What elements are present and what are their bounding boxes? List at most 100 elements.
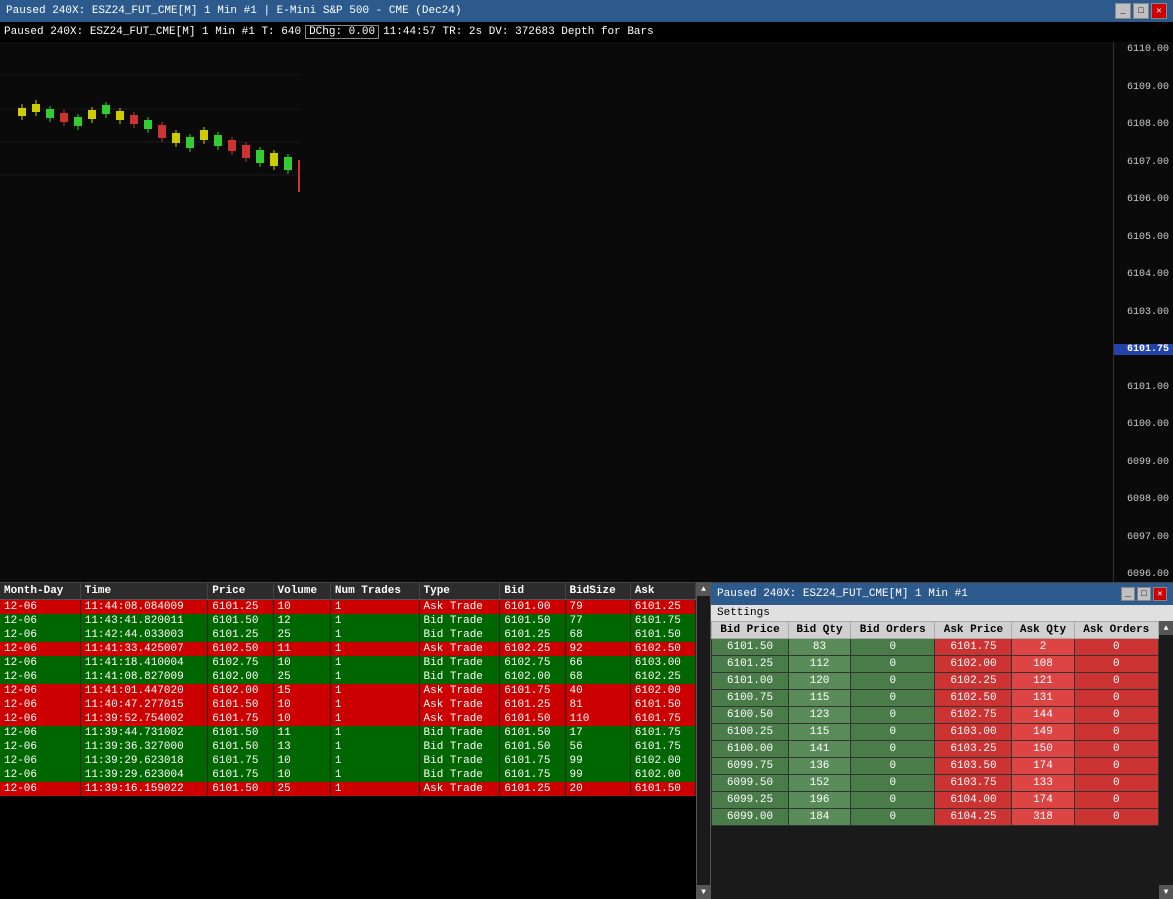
dom-ask-orders-4: 0 xyxy=(1074,707,1158,724)
trade-cell-0-0: 12-06 xyxy=(0,600,80,615)
trade-cell-1-4: 1 xyxy=(330,614,419,628)
trade-cell-2-2: 6101.25 xyxy=(208,628,273,642)
trade-row-11: 12-0611:39:29.6230186101.75101Bid Trade6… xyxy=(0,754,696,768)
trade-row-2: 12-0611:42:44.0330036101.25251Bid Trade6… xyxy=(0,628,696,642)
maximize-button[interactable]: □ xyxy=(1133,3,1149,19)
trade-cell-1-2: 6101.50 xyxy=(208,614,273,628)
dom-ask-price-5: 6103.00 xyxy=(935,724,1012,741)
trade-cell-4-2: 6102.75 xyxy=(208,656,273,670)
dom-bid-price-10: 6099.00 xyxy=(712,809,789,826)
trade-cell-8-4: 1 xyxy=(330,712,419,726)
trade-cell-5-3: 25 xyxy=(273,670,330,684)
dom-ask-price-9: 6104.00 xyxy=(935,792,1012,809)
dom-bid-qty-2: 120 xyxy=(788,673,850,690)
trade-cell-11-0: 12-06 xyxy=(0,754,80,768)
close-button[interactable]: ✕ xyxy=(1151,3,1167,19)
col-price: Price xyxy=(208,583,273,600)
dom-bid-orders-5: 0 xyxy=(851,724,935,741)
dom-ask-orders-8: 0 xyxy=(1074,775,1158,792)
trade-cell-7-8: 6101.50 xyxy=(630,698,695,712)
dom-col-bid-qty: Bid Qty xyxy=(788,622,850,639)
trade-cell-10-8: 6101.75 xyxy=(630,740,695,754)
dom-settings: Settings xyxy=(711,605,1173,621)
trade-cell-8-2: 6101.75 xyxy=(208,712,273,726)
dom-ask-price-1: 6102.00 xyxy=(935,656,1012,673)
dom-minimize-button[interactable]: _ xyxy=(1121,587,1135,601)
trade-cell-5-8: 6102.25 xyxy=(630,670,695,684)
dom-bid-qty-4: 123 xyxy=(788,707,850,724)
info-extra: 11:44:57 TR: 2s DV: 372683 Depth for Bar… xyxy=(383,26,654,38)
trade-cell-9-1: 11:39:44.731002 xyxy=(80,726,208,740)
price-6103: 6103.00 xyxy=(1114,307,1173,318)
dom-row-10: 6099.0018406104.253180 xyxy=(712,809,1159,826)
dom-ask-orders-9: 0 xyxy=(1074,792,1158,809)
dom-bid-price-3: 6100.75 xyxy=(712,690,789,707)
trade-cell-6-6: 6101.75 xyxy=(500,684,565,698)
col-month-day: Month-Day xyxy=(0,583,80,600)
dom-bid-price-2: 6101.00 xyxy=(712,673,789,690)
trade-cell-13-2: 6101.50 xyxy=(208,782,273,796)
trade-log: Month-Day Time Price Volume Num Trades T… xyxy=(0,582,696,899)
dom-scroll-up[interactable]: ▲ xyxy=(1159,621,1173,635)
trade-row-0: 12-0611:44:08.0840096101.25101Ask Trade6… xyxy=(0,600,696,615)
trade-cell-2-8: 6101.50 xyxy=(630,628,695,642)
col-num-trades: Num Trades xyxy=(330,583,419,600)
scroll-up-button[interactable]: ▲ xyxy=(697,582,711,596)
trade-cell-7-1: 11:40:47.277015 xyxy=(80,698,208,712)
trade-cell-2-3: 25 xyxy=(273,628,330,642)
price-6109: 6109.00 xyxy=(1114,82,1173,93)
dom-ask-qty-2: 121 xyxy=(1012,673,1074,690)
scroll-track[interactable] xyxy=(697,596,710,885)
trade-cell-3-1: 11:41:33.425007 xyxy=(80,642,208,656)
trade-cell-13-1: 11:39:16.159022 xyxy=(80,782,208,796)
dom-ask-orders-0: 0 xyxy=(1074,639,1158,656)
trade-row-12: 12-0611:39:29.6230046101.75101Bid Trade6… xyxy=(0,768,696,782)
trade-cell-8-7: 110 xyxy=(565,712,630,726)
trade-cell-9-4: 1 xyxy=(330,726,419,740)
dom-bid-price-5: 6100.25 xyxy=(712,724,789,741)
trade-cell-4-3: 10 xyxy=(273,656,330,670)
dom-scroll-track[interactable] xyxy=(1159,635,1173,885)
dom-title-text: Paused 240X: ESZ24_FUT_CME[M] 1 Min #1 xyxy=(717,588,968,600)
trade-cell-7-7: 81 xyxy=(565,698,630,712)
dom-row-8: 6099.5015206103.751330 xyxy=(712,775,1159,792)
trade-cell-12-1: 11:39:29.623004 xyxy=(80,768,208,782)
dom-bid-price-6: 6100.00 xyxy=(712,741,789,758)
price-6098: 6098.00 xyxy=(1114,494,1173,505)
dom-ask-orders-7: 0 xyxy=(1074,758,1158,775)
trade-cell-10-2: 6101.50 xyxy=(208,740,273,754)
col-type: Type xyxy=(419,583,500,600)
dom-close-button[interactable]: ✕ xyxy=(1153,587,1167,601)
price-6110: 6110.00 xyxy=(1114,44,1173,55)
trade-cell-12-6: 6101.75 xyxy=(500,768,565,782)
trade-cell-8-3: 10 xyxy=(273,712,330,726)
dom-bid-price-8: 6099.50 xyxy=(712,775,789,792)
dom-ask-orders-1: 0 xyxy=(1074,656,1158,673)
trade-cell-8-8: 6101.75 xyxy=(630,712,695,726)
dom-ask-qty-6: 150 xyxy=(1012,741,1074,758)
dom-scroll-down[interactable]: ▼ xyxy=(1159,885,1173,899)
chart-area: 6110.00 6109.00 6108.00 6107.00 6106.00 … xyxy=(0,42,1173,582)
trade-cell-6-1: 11:41:01.447020 xyxy=(80,684,208,698)
trade-cell-13-3: 25 xyxy=(273,782,330,796)
dom-bid-qty-6: 141 xyxy=(788,741,850,758)
trade-cell-6-3: 15 xyxy=(273,684,330,698)
trade-cell-9-7: 17 xyxy=(565,726,630,740)
trade-cell-0-4: 1 xyxy=(330,600,419,615)
dom-bid-orders-0: 0 xyxy=(851,639,935,656)
trade-cell-7-0: 12-06 xyxy=(0,698,80,712)
dom-maximize-button[interactable]: □ xyxy=(1137,587,1151,601)
trade-cell-2-6: 6101.25 xyxy=(500,628,565,642)
dom-col-bid-price: Bid Price xyxy=(712,622,789,639)
trade-cell-4-7: 66 xyxy=(565,656,630,670)
trade-cell-12-2: 6101.75 xyxy=(208,768,273,782)
minimize-button[interactable]: _ xyxy=(1115,3,1131,19)
scroll-down-button[interactable]: ▼ xyxy=(697,885,711,899)
trade-cell-0-1: 11:44:08.084009 xyxy=(80,600,208,615)
trade-cell-5-5: Bid Trade xyxy=(419,670,500,684)
dom-scrollbar[interactable]: ▲ ▼ xyxy=(1159,621,1173,899)
trade-table-header: Month-Day Time Price Volume Num Trades T… xyxy=(0,583,696,600)
dom-bid-orders-6: 0 xyxy=(851,741,935,758)
bottom-panels: Month-Day Time Price Volume Num Trades T… xyxy=(0,582,1173,899)
trade-log-scrollbar[interactable]: ▲ ▼ xyxy=(696,582,710,899)
